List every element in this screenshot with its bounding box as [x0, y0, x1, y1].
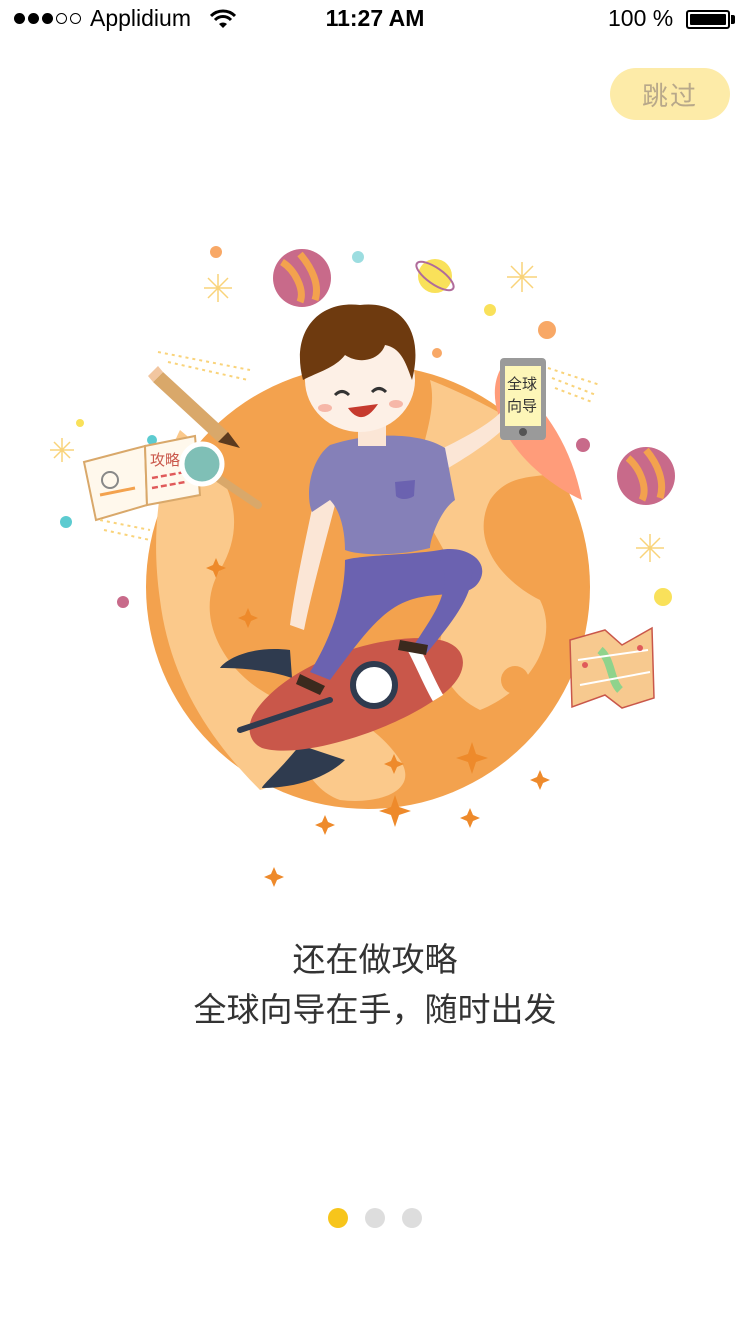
status-bar: Applidium 11:27 AM 100 % — [0, 0, 750, 40]
page-dot-1-active[interactable] — [328, 1208, 348, 1228]
battery-tip — [731, 15, 735, 24]
book-label: 攻略 — [150, 451, 180, 469]
phone-text-line1: 全球 — [507, 375, 537, 393]
phone-text-line2: 向导 — [507, 397, 537, 415]
page-indicator — [0, 1208, 750, 1228]
page-dot-3[interactable] — [402, 1208, 422, 1228]
onboarding-title: 还在做攻略 — [292, 940, 458, 979]
onboarding-illustration: 攻略 全球 向导 — [50, 246, 675, 887]
onboarding-subtitle: 全球向导在手，随时出发 — [193, 990, 557, 1029]
battery-icon — [686, 10, 730, 29]
map-icon — [569, 626, 655, 709]
battery-percentage: 100 % — [608, 5, 674, 31]
phone-icon: 全球 向导 — [500, 358, 546, 440]
page-dot-2[interactable] — [365, 1208, 385, 1228]
skip-button[interactable]: 跳过 — [610, 68, 730, 120]
